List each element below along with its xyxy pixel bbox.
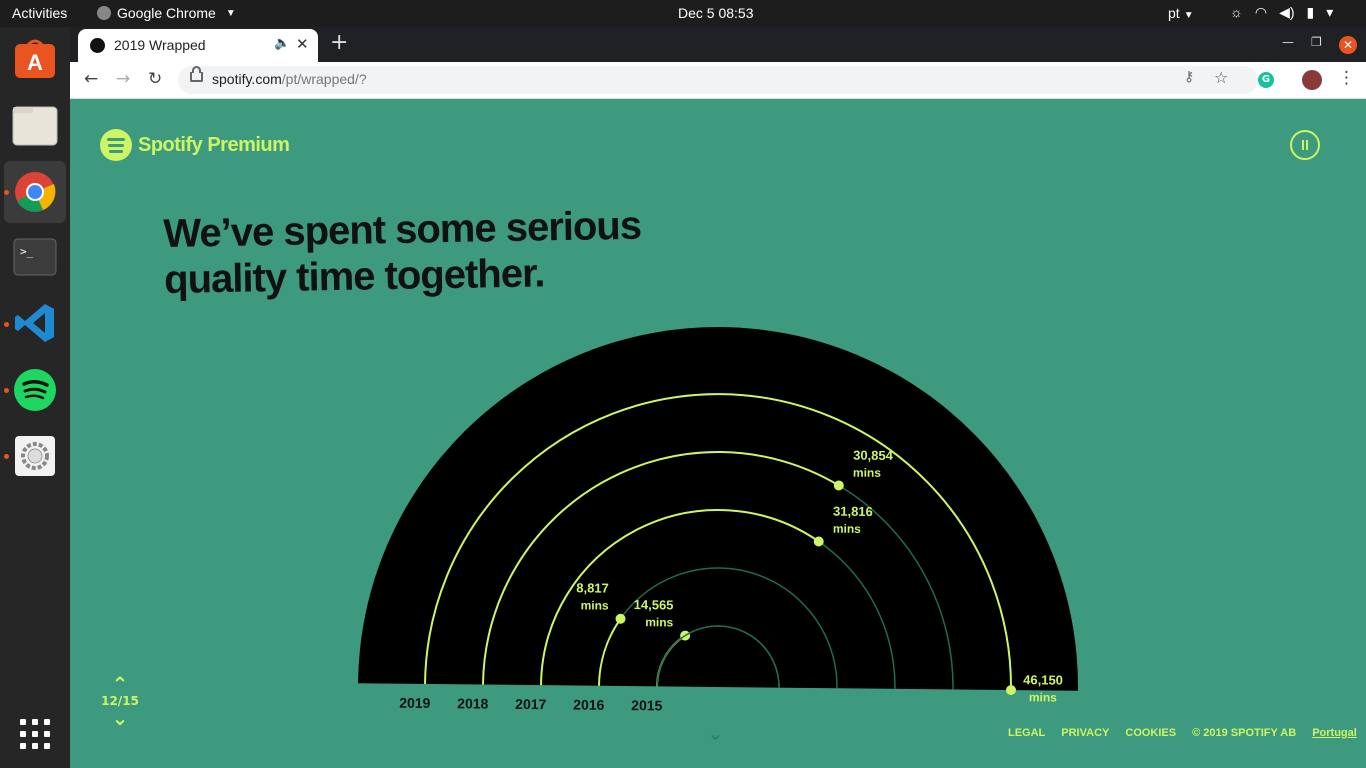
system-tray[interactable]: ☼ ◠ ◀) ▮ ▾ xyxy=(1230,4,1333,21)
dock-app-settings[interactable] xyxy=(12,433,58,479)
tab-strip: 2019 Wrapped 🔈 ✕ + — ❐ ✕ xyxy=(70,27,1366,62)
terminal-icon: >_ xyxy=(13,238,57,276)
url-path: /pt/wrapped/? xyxy=(281,71,367,87)
scroll-down-chevron-icon[interactable]: ⌄ xyxy=(707,721,724,745)
kebab-menu-icon[interactable]: ⋮ xyxy=(1338,68,1355,88)
chart-background xyxy=(358,327,1078,691)
clock[interactable]: Dec 5 08:53 xyxy=(678,5,754,21)
key-icon[interactable]: ⚷ xyxy=(1184,69,1194,85)
show-applications-icon[interactable] xyxy=(20,719,50,749)
dock: A >_ xyxy=(0,27,70,768)
story-pager: ⌃ 12/15 ⌄ xyxy=(100,674,140,728)
software-store-icon: A xyxy=(15,39,55,78)
app-menu-label: Google Chrome xyxy=(117,5,216,21)
tab-title: 2019 Wrapped xyxy=(114,37,206,53)
year-label-2015: 2015 xyxy=(631,697,663,713)
chrome-small-icon xyxy=(97,6,111,20)
value-label-2019: 46,150 xyxy=(1023,672,1063,687)
maximize-icon[interactable]: ❐ xyxy=(1311,35,1322,49)
audio-playing-icon[interactable]: 🔈 xyxy=(274,36,290,51)
chevron-down-icon: ▼ xyxy=(1183,10,1194,21)
close-icon[interactable]: ✕ xyxy=(296,35,309,53)
input-language-label: pt xyxy=(1168,5,1180,21)
reload-icon[interactable]: ↻ xyxy=(148,69,162,89)
unit-label-2018: mins xyxy=(853,466,881,480)
window-close-button[interactable]: ✕ xyxy=(1339,36,1357,54)
running-indicator xyxy=(4,322,9,327)
vscode-icon xyxy=(15,304,54,342)
footer-links: LEGAL PRIVACY COOKIES © 2019 SPOTIFY AB … xyxy=(1008,727,1357,739)
chrome-icon xyxy=(15,172,56,212)
night-light-icon: ☼ xyxy=(1230,4,1243,20)
browser-toolbar: ← → ↻ spotify.com/pt/wrapped/? ⚷ ☆ G ⋮ xyxy=(70,62,1366,99)
svg-text:A: A xyxy=(27,50,43,75)
dock-app-software[interactable]: A xyxy=(12,35,58,81)
running-indicator xyxy=(4,454,9,459)
bookmark-star-icon[interactable]: ☆ xyxy=(1214,68,1228,87)
chevron-down-icon: ▾ xyxy=(1326,4,1334,20)
listening-minutes-chart: 46,150 mins 2019 30,854 mins 2018 31,816 mins 20… xyxy=(358,327,1078,713)
unit-label-2015: mins xyxy=(645,615,673,629)
app-menu[interactable]: Google Chrome ▼ xyxy=(97,5,236,21)
spotify-icon xyxy=(14,369,56,411)
svg-text:>_: >_ xyxy=(20,245,34,258)
forward-arrow-icon[interactable]: → xyxy=(116,69,130,89)
unit-label-2019: mins xyxy=(1029,690,1057,704)
running-indicator xyxy=(4,190,9,195)
year-label-2017: 2017 xyxy=(515,696,547,712)
unit-label-2017: mins xyxy=(833,522,861,536)
chevron-up-icon[interactable]: ⌃ xyxy=(100,674,140,694)
chevron-down-icon: ▼ xyxy=(225,7,236,19)
back-arrow-icon[interactable]: ← xyxy=(84,69,98,89)
chart-group: 46,150 mins 2019 30,854 mins 2018 31,816 mins 20… xyxy=(358,327,1078,713)
dock-app-files[interactable] xyxy=(12,102,58,148)
copyright-text: © 2019 SPOTIFY AB xyxy=(1192,727,1297,739)
volume-icon: ◀) xyxy=(1279,4,1295,20)
dock-app-vscode[interactable] xyxy=(12,300,58,346)
privacy-link[interactable]: PRIVACY xyxy=(1061,727,1109,739)
wrapped-page: Spotify Premium We’ve spent some serious… xyxy=(70,99,1366,768)
lock-icon[interactable] xyxy=(190,66,203,82)
dock-app-terminal[interactable]: >_ xyxy=(12,234,58,280)
cookies-link[interactable]: COOKIES xyxy=(1125,727,1176,739)
input-language[interactable]: pt ▼ xyxy=(1168,5,1194,21)
year-label-2016: 2016 xyxy=(573,696,605,712)
files-icon xyxy=(12,106,58,146)
activities-button[interactable]: Activities xyxy=(12,5,67,21)
grammarly-extension-icon[interactable]: G xyxy=(1258,72,1274,88)
settings-icon xyxy=(15,436,55,476)
chevron-down-icon[interactable]: ⌄ xyxy=(100,708,140,728)
dock-app-chrome[interactable] xyxy=(12,169,58,215)
battery-icon: ▮ xyxy=(1306,4,1315,20)
minimize-icon[interactable]: — xyxy=(1282,35,1294,49)
dock-app-spotify[interactable] xyxy=(12,367,58,413)
running-indicator xyxy=(4,388,9,393)
unit-label-2016: mins xyxy=(581,598,609,612)
system-top-bar: Activities Google Chrome ▼ Dec 5 08:53 p… xyxy=(0,0,1366,27)
new-tab-button[interactable]: + xyxy=(330,30,348,55)
spotify-favicon-icon xyxy=(90,38,105,53)
year-label-2018: 2018 xyxy=(457,695,489,711)
value-label-2016: 8,817 xyxy=(576,580,609,595)
profile-avatar[interactable] xyxy=(1302,70,1322,90)
year-label-2019: 2019 xyxy=(399,695,431,711)
wifi-icon: ◠ xyxy=(1254,4,1268,20)
legal-link[interactable]: LEGAL xyxy=(1008,727,1045,739)
url-text[interactable]: spotify.com/pt/wrapped/? xyxy=(212,71,367,87)
country-selector[interactable]: Portugal xyxy=(1312,727,1357,739)
value-label-2018: 30,854 xyxy=(853,448,894,463)
value-label-2015: 14,565 xyxy=(634,597,674,612)
tab-wrapped[interactable]: 2019 Wrapped 🔈 ✕ xyxy=(78,29,318,62)
value-label-2017: 31,816 xyxy=(833,504,873,519)
url-host: spotify.com xyxy=(212,71,282,87)
address-bar[interactable]: spotify.com/pt/wrapped/? ⚷ ☆ xyxy=(178,66,1258,94)
